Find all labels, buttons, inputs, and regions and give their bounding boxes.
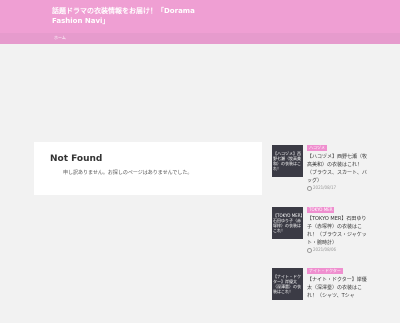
thumbnail-caption: 【TOKYO MER】石田ゆり子（赤塚梓）の衣装はこれ！ [273, 213, 303, 233]
site-header: 話題ドラマの衣装情報をお届け！「Dorama Fashion Navi」 [0, 0, 400, 33]
article-thumbnail[interactable]: 【TOKYO MER】石田ゆり子（赤塚梓）の衣装はこれ！ [272, 207, 303, 239]
article-date: 2021/08/17 [307, 185, 336, 191]
sidebar-article-card[interactable]: 【ハコヅメ】西野七瀬（牧高美和）の衣装はこれ！ ハコヅメ 【ハコヅメ】西野七瀬（… [272, 142, 370, 200]
not-found-message: 申し訳ありません。お探しのページはありませんでした。 [63, 170, 193, 176]
thumbnail-caption: 【ハコヅメ】西野七瀬（牧高美和）の衣装はこれ！ [273, 151, 301, 171]
global-navigation: ホーム [0, 33, 400, 44]
article-title-link[interactable]: 【TOKYO MER】石田ゆり子（赤塚梓）の衣装はこれ！（ブラウス・ジャケット・… [307, 215, 370, 247]
thumbnail-caption: 【ナイト・ドクター】岸優太（深澤塁）の衣装はこれ！ [273, 274, 301, 294]
sidebar-article-list: 【ハコヅメ】西野七瀬（牧高美和）の衣装はこれ！ ハコヅメ 【ハコヅメ】西野七瀬（… [272, 142, 370, 300]
clock-icon [307, 247, 312, 253]
category-badge[interactable]: ハコヅメ [307, 145, 327, 151]
article-thumbnail[interactable]: 【ナイト・ドクター】岸優太（深澤塁）の衣装はこれ！ [272, 268, 303, 300]
site-title-link[interactable]: 話題ドラマの衣装情報をお届け！「Dorama Fashion Navi」 [52, 6, 202, 26]
sidebar-article-card[interactable]: 【TOKYO MER】石田ゆり子（赤塚梓）の衣装はこれ！ TOKYO MER 【… [272, 204, 370, 262]
not-found-panel: Not Found 申し訳ありません。お探しのページはありませんでした。 [34, 142, 262, 195]
category-badge[interactable]: ナイト・ドクター [307, 268, 343, 274]
article-date: 2021/08/06 [307, 247, 336, 253]
sidebar-article-card[interactable]: 【ナイト・ドクター】岸優太（深澤塁）の衣装はこれ！ ナイト・ドクター 【ナイト・… [272, 265, 370, 323]
page-title: Not Found [50, 154, 103, 164]
clock-icon [307, 185, 312, 191]
article-date-text: 2021/08/06 [313, 247, 337, 252]
article-date-text: 2021/08/17 [313, 185, 337, 190]
nav-item-home[interactable]: ホーム [54, 35, 66, 41]
category-badge[interactable]: TOKYO MER [307, 207, 335, 213]
article-title-link[interactable]: 【ナイト・ドクター】岸優太（深澤塁）の衣装はこれ！（シャツ、Tシャ [307, 276, 370, 300]
article-thumbnail[interactable]: 【ハコヅメ】西野七瀬（牧高美和）の衣装はこれ！ [272, 145, 303, 177]
article-title-link[interactable]: 【ハコヅメ】西野七瀬（牧高美和）の衣装はこれ！（ブラウス、スカート、バッグ） [307, 153, 370, 185]
